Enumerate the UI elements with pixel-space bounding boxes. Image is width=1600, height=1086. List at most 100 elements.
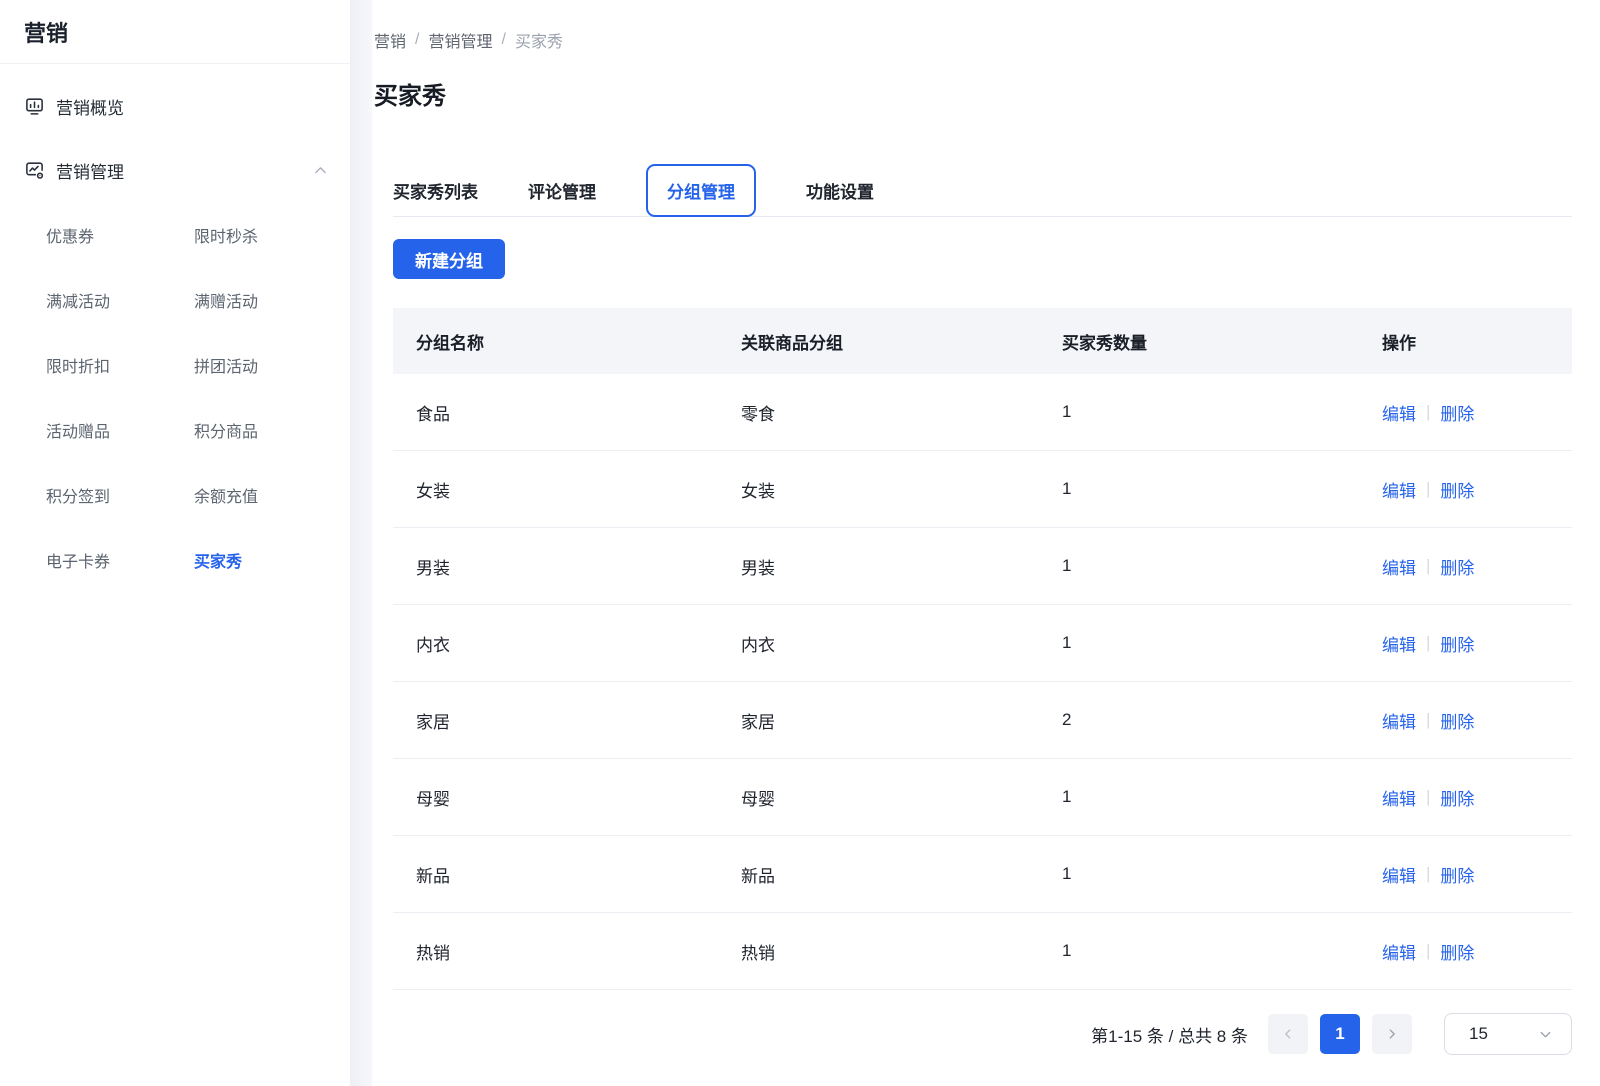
cell-count: 1 [1062,864,1382,884]
sidebar-subitem-points-checkin[interactable]: 积分签到 [46,462,194,527]
main-content: 营销 / 营销管理 / 买家秀 买家秀 买家秀列表 评论管理 分组管理 功能设置… [372,0,1600,1086]
table-row: 内衣 内衣 1 编辑 | 删除 [393,605,1572,682]
table-row: 新品 新品 1 编辑 | 删除 [393,836,1572,913]
cell-actions: 编辑 | 删除 [1382,477,1572,502]
table-row: 母婴 母婴 1 编辑 | 删除 [393,759,1572,836]
cell-actions: 编辑 | 删除 [1382,708,1572,733]
cell-group-name: 食品 [393,400,741,425]
page-size-select[interactable]: 15 [1444,1013,1572,1055]
breadcrumb-separator: / [415,31,419,49]
cell-actions: 编辑 | 删除 [1382,631,1572,656]
cell-linked-category: 新品 [741,862,1062,887]
chart-gear-icon [24,160,45,181]
new-group-button[interactable]: 新建分组 [393,239,505,279]
delete-link[interactable]: 删除 [1440,554,1474,579]
sidebar-subitem-coupon[interactable]: 优惠券 [46,202,194,267]
table-row: 热销 热销 1 编辑 | 删除 [393,913,1572,990]
table-row: 食品 零食 1 编辑 | 删除 [393,374,1572,451]
overview-chart-icon [24,96,45,117]
edit-link[interactable]: 编辑 [1382,631,1416,656]
breadcrumb-item-marketing-management[interactable]: 营销管理 [428,28,492,52]
cell-linked-category: 零食 [741,400,1062,425]
sidebar-item-marketing-overview[interactable]: 营销概览 [0,74,350,138]
cell-count: 1 [1062,402,1382,422]
delete-link[interactable]: 删除 [1440,939,1474,964]
sidebar-nav: 营销概览 营销管理 优惠券 限时秒杀 满减活动 满赠活动 限时折扣 拼团活 [0,64,350,592]
column-header-count: 买家秀数量 [1062,329,1382,354]
sidebar-subitem-activity-gift[interactable]: 活动赠品 [46,397,194,462]
cell-count: 2 [1062,710,1382,730]
sidebar-subitem-points-goods[interactable]: 积分商品 [194,397,350,462]
sidebar-item-marketing-management[interactable]: 营销管理 [0,138,350,202]
cell-count: 1 [1062,941,1382,961]
cell-count: 1 [1062,787,1382,807]
chevron-right-icon [1385,1027,1399,1041]
edit-link[interactable]: 编辑 [1382,477,1416,502]
breadcrumb: 营销 / 营销管理 / 买家秀 [374,28,1572,52]
tab-comment-management[interactable]: 评论管理 [528,164,596,216]
action-divider: | [1426,402,1430,422]
sidebar-title: 营销 [0,0,350,63]
tab-function-settings[interactable]: 功能设置 [806,164,874,216]
pagination-next-button[interactable] [1372,1014,1412,1054]
cell-actions: 编辑 | 删除 [1382,554,1572,579]
sidebar-subitem-group-buy[interactable]: 拼团活动 [194,332,350,397]
edit-link[interactable]: 编辑 [1382,939,1416,964]
sidebar-subitem-limited-discount[interactable]: 限时折扣 [46,332,194,397]
pagination-prev-button[interactable] [1268,1014,1308,1054]
pagination: 第1-15 条 / 总共 8 条 1 15 [393,1013,1572,1055]
delete-link[interactable]: 删除 [1440,785,1474,810]
delete-link[interactable]: 删除 [1440,862,1474,887]
action-divider: | [1426,479,1430,499]
table-header-row: 分组名称 关联商品分组 买家秀数量 操作 [393,308,1572,374]
sidebar-subitem-balance-recharge[interactable]: 余额充值 [194,462,350,527]
pagination-summary: 第1-15 条 / 总共 8 条 [1091,1022,1248,1047]
breadcrumb-item-marketing[interactable]: 营销 [374,28,406,52]
edit-link[interactable]: 编辑 [1382,708,1416,733]
cell-group-name: 母婴 [393,785,741,810]
delete-link[interactable]: 删除 [1440,708,1474,733]
cell-count: 1 [1062,479,1382,499]
table-row: 女装 女装 1 编辑 | 删除 [393,451,1572,528]
column-header-group-name: 分组名称 [393,329,741,354]
cell-group-name: 男装 [393,554,741,579]
action-divider: | [1426,941,1430,961]
sidebar-subitem-buyer-show[interactable]: 买家秀 [194,527,350,592]
chevron-up-icon[interactable] [313,163,328,178]
breadcrumb-separator: / [501,31,505,49]
breadcrumb-item-buyer-show: 买家秀 [515,28,563,52]
pagination-page-1-button[interactable]: 1 [1320,1014,1360,1054]
cell-linked-category: 男装 [741,554,1062,579]
cell-count: 1 [1062,556,1382,576]
cell-group-name: 热销 [393,939,741,964]
column-header-linked-category: 关联商品分组 [741,329,1062,354]
sidebar-subitem-e-card[interactable]: 电子卡券 [46,527,194,592]
sidebar-subitem-full-reduction[interactable]: 满减活动 [46,267,194,332]
delete-link[interactable]: 删除 [1440,631,1474,656]
page-size-value: 15 [1469,1024,1488,1044]
cell-actions: 编辑 | 删除 [1382,939,1572,964]
cell-actions: 编辑 | 删除 [1382,862,1572,887]
sidebar-item-label: 营销管理 [56,158,124,183]
tab-group-management[interactable]: 分组管理 [646,164,756,217]
tab-buyer-show-list[interactable]: 买家秀列表 [393,164,478,216]
edit-link[interactable]: 编辑 [1382,862,1416,887]
cell-group-name: 新品 [393,862,741,887]
table-row: 男装 男装 1 编辑 | 删除 [393,528,1572,605]
sidebar-subitem-full-gift[interactable]: 满赠活动 [194,267,350,332]
cell-actions: 编辑 | 删除 [1382,400,1572,425]
chevron-down-icon [1538,1027,1553,1042]
edit-link[interactable]: 编辑 [1382,785,1416,810]
page-title: 买家秀 [374,76,1572,111]
cell-group-name: 女装 [393,477,741,502]
delete-link[interactable]: 删除 [1440,477,1474,502]
cell-linked-category: 女装 [741,477,1062,502]
edit-link[interactable]: 编辑 [1382,400,1416,425]
content-card: 买家秀列表 评论管理 分组管理 功能设置 新建分组 分组名称 关联商品分组 买家… [393,164,1572,1055]
delete-link[interactable]: 删除 [1440,400,1474,425]
action-divider: | [1426,710,1430,730]
group-table: 分组名称 关联商品分组 买家秀数量 操作 食品 零食 1 编辑 | 删除 女装 … [393,308,1572,990]
edit-link[interactable]: 编辑 [1382,554,1416,579]
sidebar-gap [350,0,372,1086]
sidebar-subitem-flash-sale[interactable]: 限时秒杀 [194,202,350,267]
